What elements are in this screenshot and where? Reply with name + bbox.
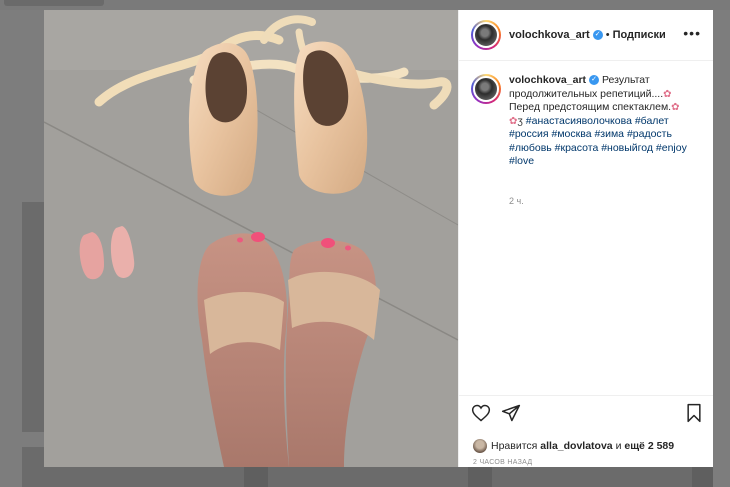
caption-comment: volochkova_art ✓ Результат продолжительны…: [471, 74, 703, 169]
caption-username[interactable]: volochkova_art: [509, 74, 586, 86]
post-header: volochkova_art ✓ • Подписки •••: [459, 10, 713, 61]
header-separator: •: [605, 29, 610, 41]
background-grid-tile: [492, 467, 692, 487]
verified-badge-icon: ✓: [592, 30, 603, 40]
post-modal: volochkova_art ✓ • Подписки ••• volochko…: [44, 10, 713, 467]
author-avatar[interactable]: [471, 20, 501, 50]
background-grid-tile: [44, 467, 244, 487]
background-grid-tile: [22, 447, 44, 487]
likes-summary: Нравится alla_dovlatova и ещё 2 589: [473, 439, 674, 453]
liker-avatar[interactable]: [473, 439, 487, 453]
caption-line-2: Перед предстоящим спектаклем.: [509, 101, 672, 113]
cherry-blossom-icon: ✿: [671, 102, 680, 113]
cherry-blossom-icon: ✿: [663, 88, 672, 100]
caption-hashtags[interactable]: #анастасияволочкова #балет #россия #моск…: [509, 115, 687, 168]
more-dots-icon[interactable]: •••: [683, 25, 701, 41]
photo-ballet-shoes-and-feet: [44, 10, 458, 467]
caption-author-avatar[interactable]: [471, 74, 501, 104]
caption-timestamp[interactable]: 2 ч.: [509, 196, 524, 206]
likes-and: и: [615, 440, 622, 452]
instagram-logo: [4, 0, 104, 6]
background-grid-tile: [22, 202, 44, 432]
background-left-area: [0, 10, 44, 487]
post-actions: Нравится alla_dovlatova и ещё 2 589 2 ЧА…: [459, 395, 713, 467]
heart-icon[interactable]: [471, 403, 491, 423]
background-grid-tile: [268, 467, 468, 487]
verified-badge-icon: ✓: [589, 75, 600, 86]
background-header: [0, 0, 730, 10]
likes-user-link[interactable]: alla_dovlatova: [540, 440, 612, 452]
caption-text: volochkova_art ✓ Результат продолжительны…: [509, 74, 699, 169]
bookmark-icon[interactable]: [685, 403, 703, 423]
likes-prefix: Нравится: [491, 440, 538, 452]
author-username[interactable]: volochkova_art: [509, 29, 590, 41]
post-side-panel: volochkova_art ✓ • Подписки ••• volochko…: [458, 10, 713, 467]
post-photo[interactable]: [44, 10, 458, 467]
follow-button[interactable]: Подписки: [613, 29, 666, 41]
background-right-area: [713, 10, 730, 487]
paper-plane-icon[interactable]: [501, 403, 521, 423]
likes-count-link[interactable]: ещё 2 589: [624, 440, 674, 452]
post-date[interactable]: 2 ЧАСОВ НАЗАД: [473, 459, 532, 466]
cherry-blossom-icon: ✿: [509, 115, 518, 127]
swan-icon: ʒ: [517, 115, 523, 127]
